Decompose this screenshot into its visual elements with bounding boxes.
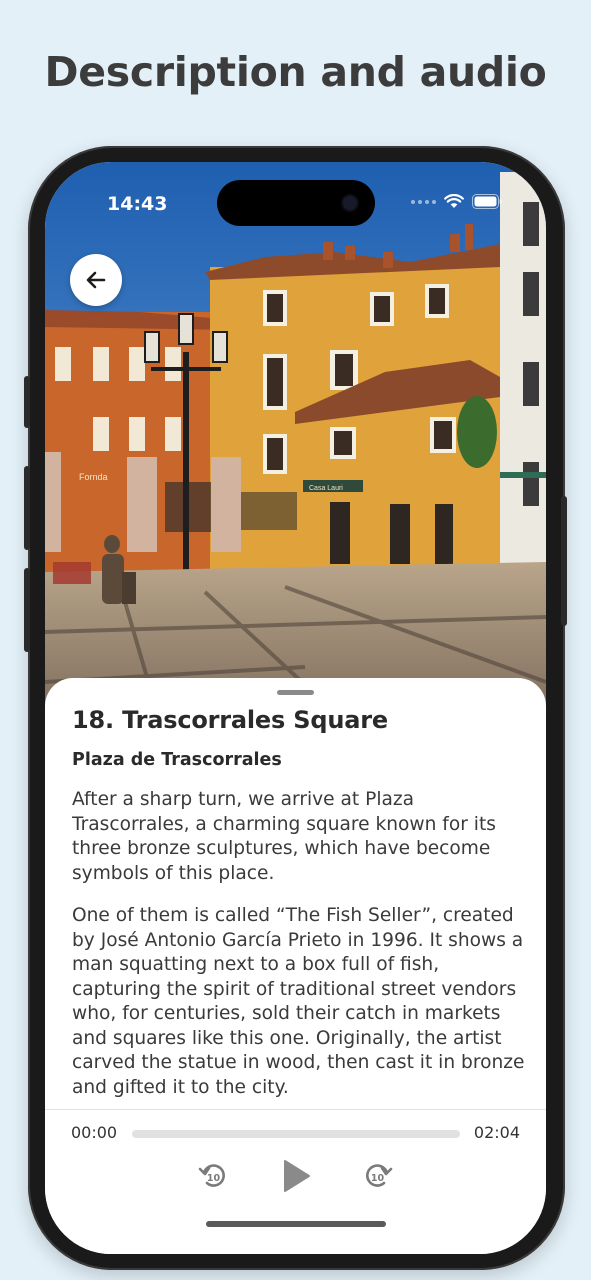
audio-progress-slider[interactable] [132,1130,460,1138]
play-button[interactable] [276,1154,316,1198]
cellular-signal-icon [411,199,436,204]
arrow-left-icon [86,271,106,289]
forward-seconds-label: 10 [371,1173,385,1184]
stop-title: 18. Trascorrales Square [72,706,388,734]
description-text[interactable]: After a sharp turn, we arrive at Plaza T… [72,788,526,1112]
player-divider [45,1109,546,1110]
dynamic-island [217,180,375,226]
rewind-10-icon: 10 [198,1164,225,1187]
volume-up-button [24,466,30,550]
phone-screen: Casa Lauri Fornda 14:43 18. Trascorrales… [45,162,546,1254]
play-icon [284,1160,310,1192]
forward-10-icon: 10 [366,1164,393,1187]
stop-subtitle: Plaza de Trascorrales [72,750,282,770]
description-sheet: 18. Trascorrales Square Plaza de Trascor… [45,678,546,1254]
sheet-grabber[interactable] [277,690,314,695]
cafe-sign-text: Fornda [79,472,108,482]
current-time: 00:00 [71,1123,118,1142]
description-paragraph: One of them is called “The Fish Seller”,… [72,905,525,1098]
battery-icon [472,194,502,209]
forward-10-button[interactable]: 10 [360,1158,396,1194]
page-headline: Description and audio [44,48,547,96]
home-indicator[interactable] [206,1221,386,1227]
volume-down-button [24,568,30,652]
status-bar: 14:43 [45,162,546,242]
power-button [561,496,567,626]
trascorrales-square-photo: Casa Lauri Fornda [45,162,546,722]
status-icons [411,194,502,209]
back-button[interactable] [70,254,122,306]
description-paragraph: After a sharp turn, we arrive at Plaza T… [72,789,496,884]
front-camera [343,196,357,210]
shop-sign-text: Casa Lauri [309,485,343,492]
wifi-icon [444,194,464,208]
rewind-seconds-label: 10 [207,1173,221,1184]
action-button [24,376,30,428]
status-time: 14:43 [107,193,168,215]
rewind-10-button[interactable]: 10 [195,1158,231,1194]
duration: 02:04 [473,1123,520,1142]
